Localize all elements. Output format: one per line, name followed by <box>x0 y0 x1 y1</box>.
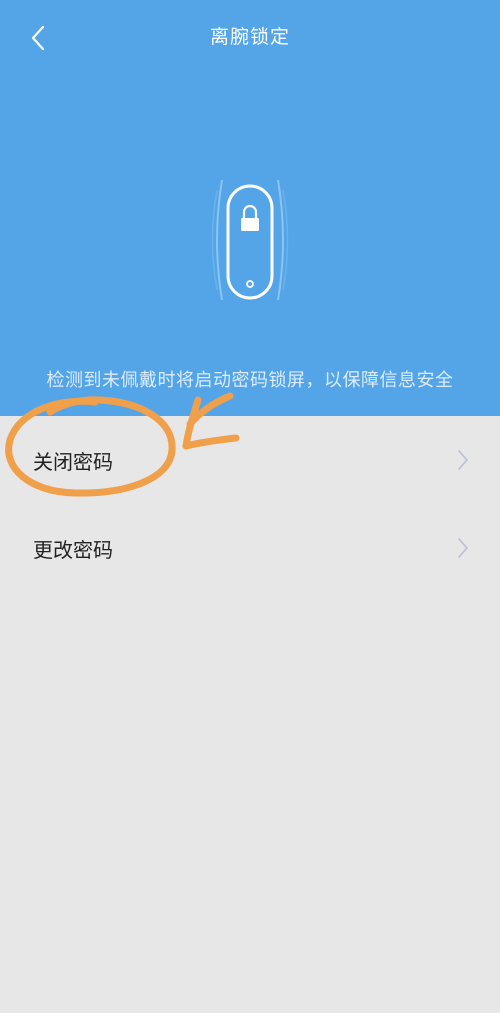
page-title: 离腕锁定 <box>209 26 290 48</box>
chevron-right-icon <box>458 538 468 558</box>
settings-list: 关闭密码 更改密码 <box>0 416 500 592</box>
description-text: 检测到未佩戴时将启动密码锁屏，以保障信息安全 <box>46 370 454 391</box>
disable-password-label: 关闭密码 <box>33 449 113 474</box>
change-password-item[interactable]: 更改密码 <box>0 504 500 592</box>
band-lock-icon <box>211 179 289 301</box>
header-panel: 离腕锁定 检测到未佩戴时将启动密码锁屏，以保障信息安全 <box>0 0 500 416</box>
chevron-right-icon <box>458 450 468 470</box>
change-password-label: 更改密码 <box>33 537 113 562</box>
disable-password-item[interactable]: 关闭密码 <box>0 416 500 504</box>
